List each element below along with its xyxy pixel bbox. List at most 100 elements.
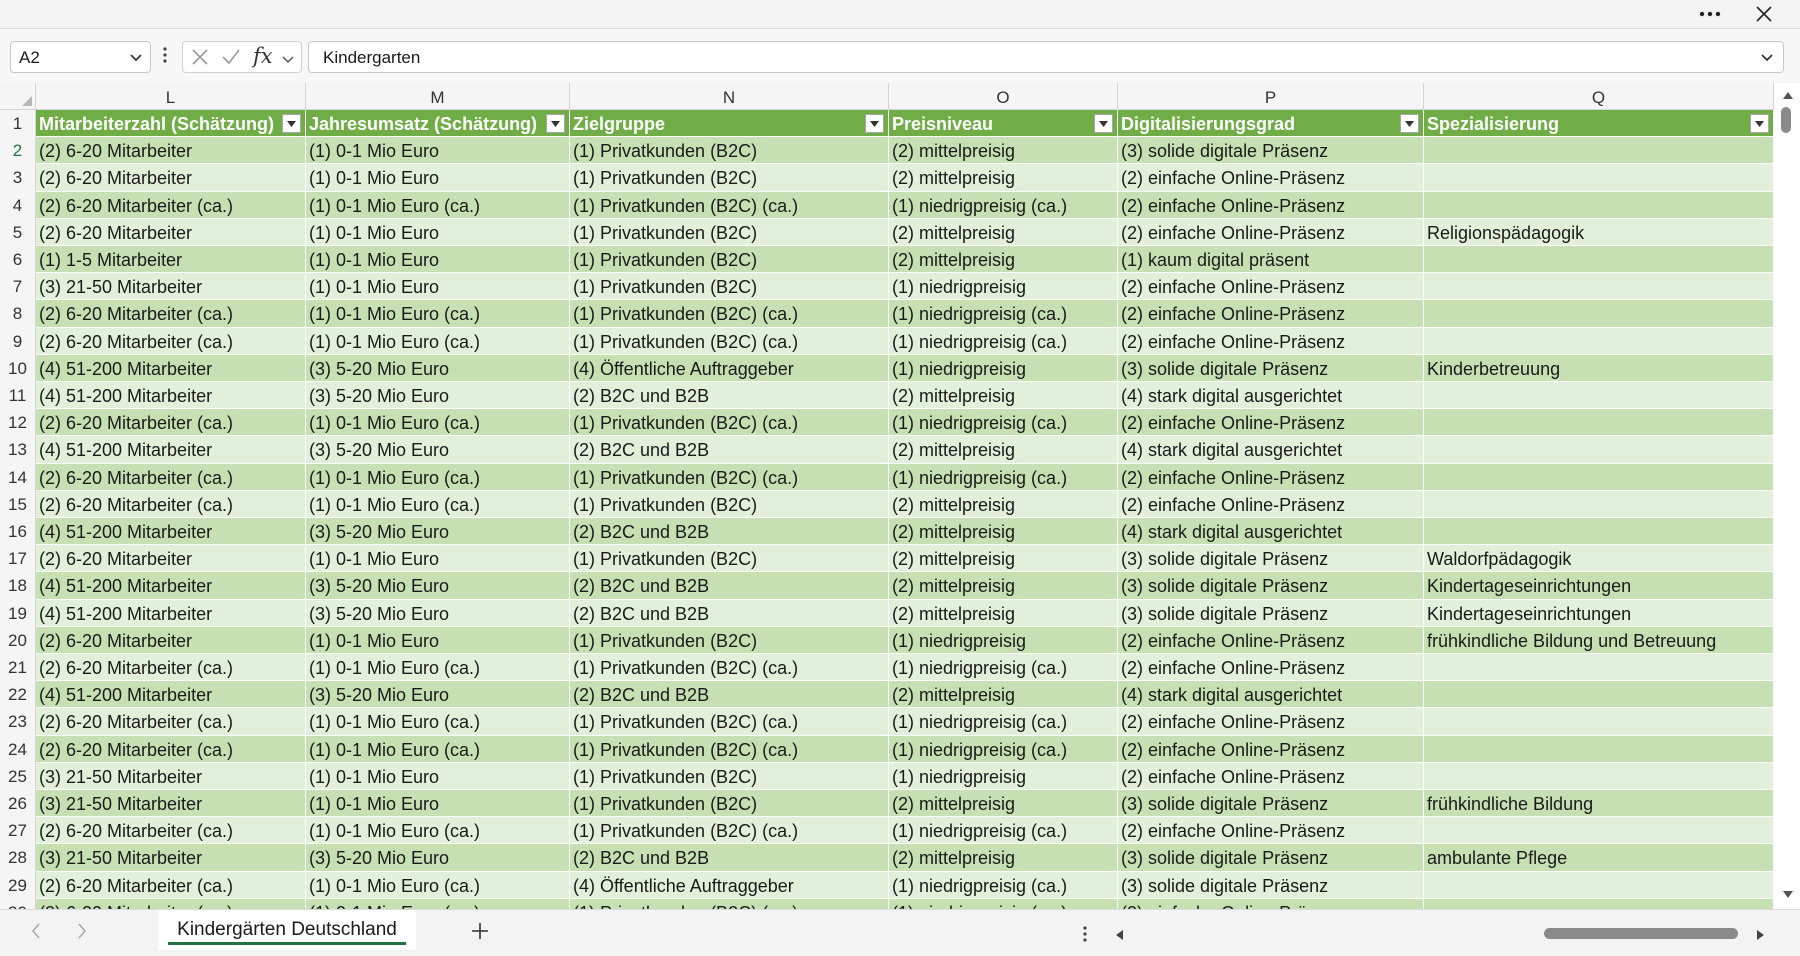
header-cell[interactable]: Preisniveau bbox=[889, 110, 1118, 138]
table-cell[interactable]: (4) 51-200 Mitarbeiter bbox=[36, 681, 306, 709]
plus-icon[interactable] bbox=[470, 917, 490, 948]
table-cell[interactable] bbox=[1424, 871, 1774, 899]
table-cell[interactable]: (1) 0-1 Mio Euro bbox=[306, 164, 570, 192]
row-number[interactable]: 11 bbox=[0, 382, 36, 410]
scroll-right-icon[interactable] bbox=[1756, 928, 1766, 946]
table-cell[interactable]: (3) 5-20 Mio Euro bbox=[306, 382, 570, 410]
column-header-q[interactable]: Q bbox=[1424, 83, 1774, 110]
select-all-corner[interactable] bbox=[0, 83, 36, 110]
table-cell[interactable]: (3) 21-50 Mitarbeiter bbox=[36, 790, 306, 818]
table-cell[interactable]: (4) 51-200 Mitarbeiter bbox=[36, 518, 306, 546]
table-cell[interactable]: (3) solide digitale Präsenz bbox=[1118, 137, 1424, 165]
table-cell[interactable]: (1) Privatkunden (B2C) (ca.) bbox=[570, 817, 889, 845]
table-cell[interactable]: (1) niedrigpreisig (ca.) bbox=[889, 300, 1118, 328]
x-icon[interactable] bbox=[191, 48, 209, 72]
table-cell[interactable]: (1) Privatkunden (B2C) (ca.) bbox=[570, 708, 889, 736]
table-cell[interactable]: (1) niedrigpreisig bbox=[889, 762, 1118, 790]
table-cell[interactable]: (1) 0-1 Mio Euro bbox=[306, 545, 570, 573]
table-cell[interactable] bbox=[1424, 681, 1774, 709]
table-cell[interactable]: (2) 6-20 Mitarbeiter (ca.) bbox=[36, 871, 306, 899]
table-cell[interactable]: (3) 5-20 Mio Euro bbox=[306, 572, 570, 600]
table-cell[interactable]: (1) 0-1 Mio Euro (ca.) bbox=[306, 898, 570, 909]
chevron-left-icon[interactable] bbox=[30, 922, 42, 945]
table-cell[interactable]: (2) einfache Online-Präsenz bbox=[1118, 735, 1424, 763]
row-number[interactable]: 29 bbox=[0, 871, 36, 899]
table-cell[interactable] bbox=[1424, 436, 1774, 464]
row-number[interactable]: 22 bbox=[0, 681, 36, 709]
table-cell[interactable]: (1) Privatkunden (B2C) bbox=[570, 164, 889, 192]
table-cell[interactable]: (3) solide digitale Präsenz bbox=[1118, 545, 1424, 573]
table-cell[interactable]: (1) 0-1 Mio Euro bbox=[306, 762, 570, 790]
sheet-tab-kindergaerten[interactable]: Kindergärten Deutschland bbox=[158, 910, 416, 950]
row-number[interactable]: 25 bbox=[0, 762, 36, 790]
row-number[interactable]: 3 bbox=[0, 164, 36, 192]
table-cell[interactable]: (1) Privatkunden (B2C) (ca.) bbox=[570, 327, 889, 355]
row-number[interactable]: 4 bbox=[0, 191, 36, 219]
row-number[interactable]: 26 bbox=[0, 790, 36, 818]
close-icon[interactable] bbox=[1742, 0, 1786, 28]
table-cell[interactable]: (2) B2C und B2B bbox=[570, 681, 889, 709]
table-cell[interactable]: (1) 0-1 Mio Euro bbox=[306, 218, 570, 246]
table-cell[interactable]: (2) mittelpreisig bbox=[889, 518, 1118, 546]
table-cell[interactable]: Kindertageseinrichtungen bbox=[1424, 572, 1774, 600]
table-cell[interactable] bbox=[1424, 735, 1774, 763]
table-cell[interactable]: (2) 6-20 Mitarbeiter (ca.) bbox=[36, 708, 306, 736]
table-cell[interactable]: (1) 0-1 Mio Euro bbox=[306, 626, 570, 654]
table-cell[interactable]: (1) 0-1 Mio Euro (ca.) bbox=[306, 300, 570, 328]
formula-input[interactable]: Kindergarten bbox=[308, 41, 1784, 73]
table-cell[interactable]: (1) 0-1 Mio Euro (ca.) bbox=[306, 191, 570, 219]
row-number[interactable]: 30 bbox=[0, 898, 36, 909]
vertical-dots-icon[interactable] bbox=[1082, 924, 1088, 949]
table-cell[interactable]: (2) mittelpreisig bbox=[889, 790, 1118, 818]
table-cell[interactable]: (3) 5-20 Mio Euro bbox=[306, 436, 570, 464]
row-number[interactable]: 19 bbox=[0, 599, 36, 627]
more-options-icon[interactable] bbox=[1688, 0, 1732, 28]
row-number[interactable]: 7 bbox=[0, 273, 36, 301]
table-cell[interactable]: (2) 6-20 Mitarbeiter (ca.) bbox=[36, 409, 306, 437]
table-cell[interactable]: (2) mittelpreisig bbox=[889, 572, 1118, 600]
table-cell[interactable]: (2) 6-20 Mitarbeiter (ca.) bbox=[36, 735, 306, 763]
fx-icon[interactable]: fx bbox=[253, 44, 273, 68]
table-cell[interactable]: (2) einfache Online-Präsenz bbox=[1118, 409, 1424, 437]
table-cell[interactable]: (1) Privatkunden (B2C) bbox=[570, 246, 889, 274]
table-cell[interactable]: (1) niedrigpreisig (ca.) bbox=[889, 898, 1118, 909]
table-cell[interactable]: Kindertageseinrichtungen bbox=[1424, 599, 1774, 627]
table-cell[interactable]: (4) Öffentliche Auftraggeber bbox=[570, 871, 889, 899]
row-number[interactable]: 15 bbox=[0, 490, 36, 518]
scroll-left-icon[interactable] bbox=[1114, 928, 1124, 946]
table-cell[interactable]: (3) solide digitale Präsenz bbox=[1118, 844, 1424, 872]
row-number[interactable]: 20 bbox=[0, 626, 36, 654]
table-cell[interactable]: (1) niedrigpreisig (ca.) bbox=[889, 191, 1118, 219]
table-cell[interactable] bbox=[1424, 300, 1774, 328]
table-cell[interactable] bbox=[1424, 137, 1774, 165]
table-cell[interactable]: (1) Privatkunden (B2C) bbox=[570, 545, 889, 573]
table-cell[interactable]: (1) Privatkunden (B2C) (ca.) bbox=[570, 191, 889, 219]
column-header-m[interactable]: M bbox=[306, 83, 570, 110]
table-cell[interactable]: (3) 5-20 Mio Euro bbox=[306, 681, 570, 709]
table-cell[interactable]: (1) Privatkunden (B2C) (ca.) bbox=[570, 898, 889, 909]
table-cell[interactable]: (2) 6-20 Mitarbeiter bbox=[36, 137, 306, 165]
row-number[interactable]: 17 bbox=[0, 545, 36, 573]
vertical-scroll-thumb[interactable] bbox=[1781, 107, 1791, 133]
table-cell[interactable]: (2) mittelpreisig bbox=[889, 246, 1118, 274]
table-cell[interactable]: (2) einfache Online-Präsenz bbox=[1118, 626, 1424, 654]
table-cell[interactable]: (1) Privatkunden (B2C) (ca.) bbox=[570, 654, 889, 682]
chevron-right-icon[interactable] bbox=[76, 922, 88, 945]
table-cell[interactable]: (1) niedrigpreisig (ca.) bbox=[889, 463, 1118, 491]
table-cell[interactable] bbox=[1424, 164, 1774, 192]
table-cell[interactable]: (3) 5-20 Mio Euro bbox=[306, 518, 570, 546]
table-cell[interactable]: (3) solide digitale Präsenz bbox=[1118, 790, 1424, 818]
row-number[interactable]: 23 bbox=[0, 708, 36, 736]
table-cell[interactable]: Waldorfpädagogik bbox=[1424, 545, 1774, 573]
table-cell[interactable]: (1) Privatkunden (B2C) bbox=[570, 137, 889, 165]
table-cell[interactable]: (1) 0-1 Mio Euro bbox=[306, 246, 570, 274]
row-number[interactable]: 6 bbox=[0, 246, 36, 274]
table-cell[interactable]: (2) mittelpreisig bbox=[889, 599, 1118, 627]
row-number[interactable]: 8 bbox=[0, 300, 36, 328]
row-number[interactable]: 2 bbox=[0, 137, 36, 165]
table-cell[interactable]: (1) 0-1 Mio Euro (ca.) bbox=[306, 817, 570, 845]
table-cell[interactable]: (4) 51-200 Mitarbeiter bbox=[36, 354, 306, 382]
table-cell[interactable]: frühkindliche Bildung bbox=[1424, 790, 1774, 818]
table-cell[interactable]: (1) niedrigpreisig (ca.) bbox=[889, 327, 1118, 355]
header-cell[interactable]: Spezialisierung bbox=[1424, 110, 1774, 138]
